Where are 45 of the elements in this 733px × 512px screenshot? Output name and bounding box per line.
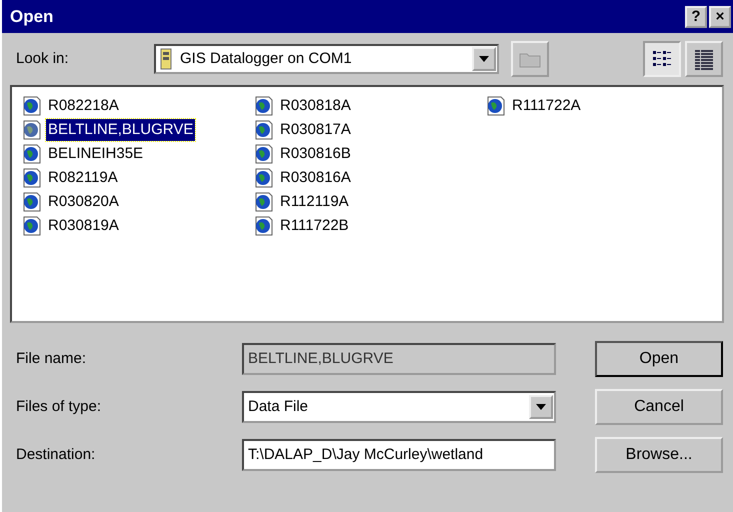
file-item[interactable]: R030816A [278,166,353,190]
document-globe-icon [22,216,42,236]
file-item[interactable]: R030817A [278,118,353,142]
cancel-button[interactable]: Cancel [595,389,723,425]
file-item[interactable]: R112119A [278,190,351,214]
look-in-dropdown[interactable]: GIS Datalogger on COM1 [154,44,499,74]
details-view-icon [693,48,715,70]
file-item[interactable]: R030819A [46,214,121,238]
file-item[interactable]: R030818A [278,94,353,118]
document-globe-icon [22,192,42,212]
document-globe-icon [486,96,506,116]
file-type-dropdown[interactable]: Data File [242,391,556,423]
window-title: Open [10,6,54,28]
file-item[interactable]: BELINEIH35E [46,142,146,166]
file-item[interactable]: R111722B [278,214,351,238]
file-list[interactable]: R082218A BELTLINE,BLUGRVE BELINEIH35E R082119A R030820A R030819A R030818A R030817A R030816B R030816A R112119A R111722B R111722A [10,85,724,323]
close-button[interactable]: × [709,6,731,28]
destination-label: Destination: [15,444,96,465]
input-field[interactable]: T:\DALAP_D\Jay McCurley\wetland [242,439,556,471]
list-view-button[interactable] [643,41,682,77]
document-globe-icon [254,120,274,140]
document-globe-icon [22,96,42,116]
file-item[interactable]: R030816B [278,142,353,166]
file-item[interactable]: R082119A [46,166,120,190]
document-globe-icon [22,168,42,188]
file-item[interactable]: R030820A [46,190,121,214]
look-in-label: Look in: [15,48,70,69]
file-item[interactable]: R082218A [46,94,121,118]
browse-button[interactable]: Browse... [595,437,723,473]
file-type-label: Files of type: [15,396,102,417]
document-globe-icon [254,192,274,212]
look-in-value: GIS Datalogger on COM1 [180,48,352,69]
document-globe-icon [254,144,274,164]
document-globe-icon [22,120,42,140]
dropdown-value: Data File [248,396,308,417]
file-item[interactable]: BELTLINE,BLUGRVE [46,118,196,142]
document-globe-icon [254,168,274,188]
help-button[interactable]: ? [685,6,707,28]
file-item[interactable]: R111722A [510,94,583,118]
document-globe-icon [254,216,274,236]
file-name-label: File name: [15,348,88,369]
details-view-button[interactable] [685,41,723,77]
document-globe-icon [22,144,42,164]
device-icon [160,48,172,70]
document-globe-icon [254,96,274,116]
